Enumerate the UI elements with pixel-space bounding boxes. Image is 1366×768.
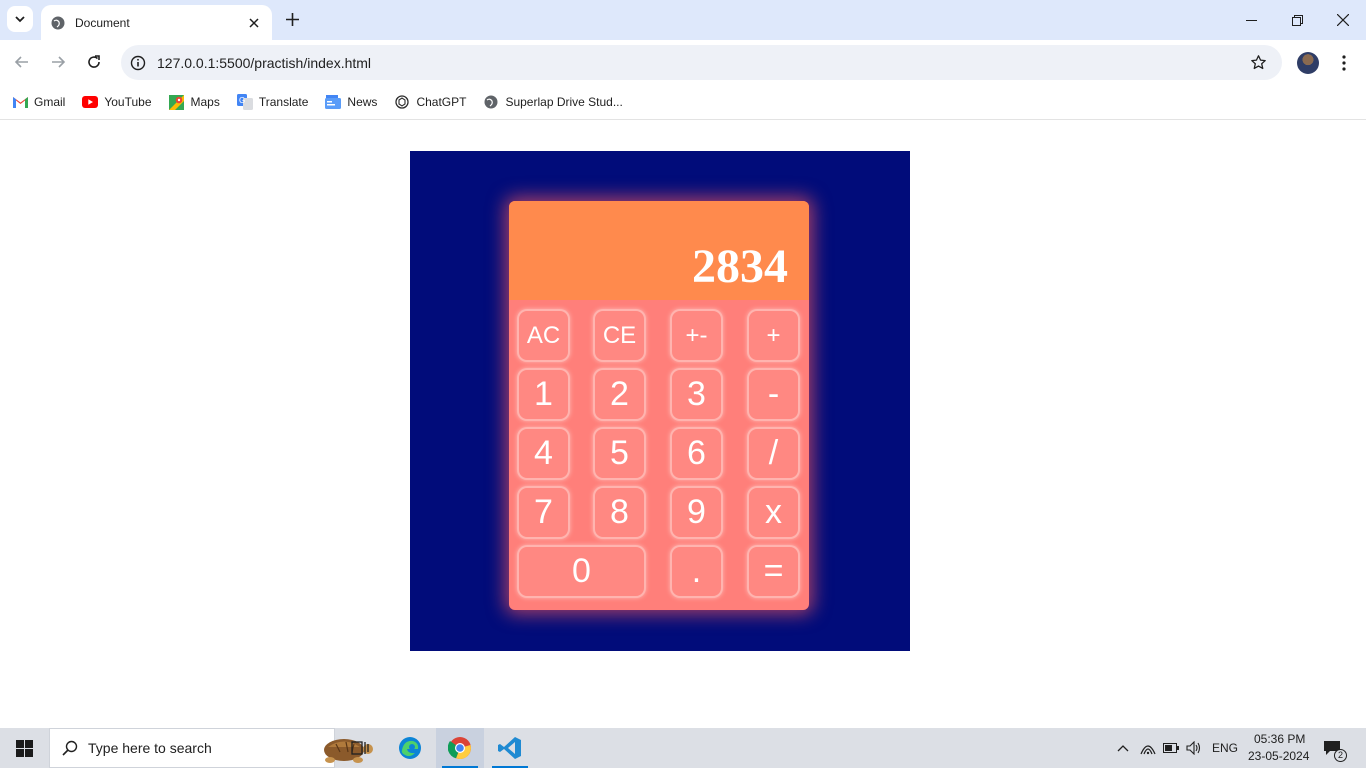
calculator-display: 2834 <box>509 201 809 300</box>
key-ce[interactable]: CE <box>593 309 646 362</box>
bookmark-label: Gmail <box>34 95 66 109</box>
bookmarks-bar: Gmail YouTube Maps G Translate News Chat… <box>0 85 1366 120</box>
task-view-button[interactable] <box>336 728 384 768</box>
search-icon <box>62 740 78 756</box>
bookmark-superlap[interactable]: Superlap Drive Stud... <box>483 88 623 116</box>
translate-icon: G <box>236 94 253 110</box>
page-content: 2834 AC CE +- + 1 2 3 - 4 5 6 / 7 8 9 x … <box>0 121 1366 728</box>
bookmark-star-icon[interactable] <box>1243 48 1273 78</box>
more-vertical-icon <box>1342 55 1346 71</box>
key-7[interactable]: 7 <box>517 486 570 539</box>
display-value: 2834 <box>692 240 788 293</box>
battery-icon[interactable] <box>1161 738 1181 758</box>
bookmark-maps[interactable]: Maps <box>169 88 220 116</box>
browser-tab[interactable]: Document <box>41 5 272 40</box>
taskbar-search-box[interactable]: Type here to search <box>49 728 373 768</box>
minimize-icon <box>1245 19 1257 21</box>
plus-icon <box>285 12 299 26</box>
key-5[interactable]: 5 <box>593 427 646 480</box>
browser-tab-bar: Document <box>0 0 1366 40</box>
back-arrow-icon <box>14 56 28 68</box>
bookmark-label: YouTube <box>104 95 152 109</box>
reload-button[interactable] <box>81 49 107 75</box>
key-ac[interactable]: AC <box>517 309 570 362</box>
key-2[interactable]: 2 <box>593 368 646 421</box>
key-add[interactable]: + <box>747 309 800 362</box>
key-6[interactable]: 6 <box>670 427 723 480</box>
tab-search-button[interactable] <box>7 6 33 32</box>
reload-icon <box>88 55 100 68</box>
maps-icon <box>169 94 185 110</box>
chevron-down-icon <box>15 16 25 23</box>
volume-icon[interactable] <box>1184 738 1204 758</box>
task-view-icon <box>351 741 369 755</box>
key-8[interactable]: 8 <box>593 486 646 539</box>
svg-text:G: G <box>239 96 245 105</box>
address-bar[interactable]: 127.0.0.1:5500/practish/index.html <box>121 45 1282 80</box>
start-button[interactable] <box>0 728 48 768</box>
restore-icon <box>1291 14 1303 26</box>
key-equals[interactable]: = <box>747 545 800 598</box>
bookmark-label: ChatGPT <box>416 95 467 109</box>
news-icon <box>325 94 342 110</box>
clock-date[interactable]: 23-05-2024 <box>1248 749 1309 763</box>
notification-count-badge: 2 <box>1334 749 1347 762</box>
back-button[interactable] <box>9 49 35 75</box>
browser-toolbar: 127.0.0.1:5500/practish/index.html <box>0 40 1366 85</box>
profile-avatar[interactable] <box>1297 52 1319 74</box>
key-decimal[interactable]: . <box>670 545 723 598</box>
taskbar-chrome[interactable] <box>436 728 484 768</box>
calculator: 2834 AC CE +- + 1 2 3 - 4 5 6 / 7 8 9 x … <box>509 201 809 610</box>
url-text[interactable]: 127.0.0.1:5500/practish/index.html <box>157 55 1243 71</box>
key-4[interactable]: 4 <box>517 427 570 480</box>
bookmark-label: Superlap Drive Stud... <box>505 95 623 109</box>
taskbar-vscode[interactable] <box>486 728 534 768</box>
site-info-icon[interactable] <box>123 48 153 78</box>
bookmark-label: Maps <box>190 95 220 109</box>
key-9[interactable]: 9 <box>670 486 723 539</box>
key-divide[interactable]: / <box>747 427 800 480</box>
windows-logo-icon <box>15 739 33 757</box>
taskbar-edge[interactable] <box>386 728 434 768</box>
minimize-button[interactable] <box>1228 5 1274 35</box>
bookmark-label: Translate <box>258 95 309 109</box>
search-placeholder: Type here to search <box>88 740 212 756</box>
globe-icon <box>483 94 499 110</box>
chatgpt-icon <box>394 94 410 110</box>
globe-icon <box>51 16 65 29</box>
bookmark-news[interactable]: News <box>325 88 377 116</box>
key-sign[interactable]: +- <box>670 309 723 362</box>
bookmark-translate[interactable]: G Translate <box>236 88 309 116</box>
restore-button[interactable] <box>1274 5 1320 35</box>
close-tab-icon[interactable] <box>246 15 262 31</box>
browser-menu-button[interactable] <box>1334 52 1354 74</box>
calculator-background: 2834 AC CE +- + 1 2 3 - 4 5 6 / 7 8 9 x … <box>410 151 910 651</box>
youtube-icon <box>82 94 99 110</box>
key-0[interactable]: 0 <box>517 545 646 598</box>
new-tab-button[interactable] <box>283 9 301 29</box>
clock-time[interactable]: 05:36 PM <box>1254 732 1305 746</box>
edge-icon <box>399 737 421 759</box>
key-subtract[interactable]: - <box>747 368 800 421</box>
forward-arrow-icon <box>52 56 66 68</box>
tab-title: Document <box>75 15 130 30</box>
key-3[interactable]: 3 <box>670 368 723 421</box>
close-icon <box>1337 14 1349 26</box>
gmail-icon <box>12 94 28 110</box>
key-1[interactable]: 1 <box>517 368 570 421</box>
vscode-icon <box>498 737 521 759</box>
bookmark-chatgpt[interactable]: ChatGPT <box>394 88 466 116</box>
taskbar: Type here to search ENG 05:36 PM 23-05-2… <box>0 728 1366 768</box>
bookmark-gmail[interactable]: Gmail <box>12 88 65 116</box>
bookmark-label: News <box>347 95 378 109</box>
bookmark-youtube[interactable]: YouTube <box>82 88 152 116</box>
close-window-button[interactable] <box>1320 5 1366 35</box>
language-indicator[interactable]: ENG <box>1212 741 1238 755</box>
forward-button[interactable] <box>45 49 71 75</box>
chrome-icon <box>448 737 471 760</box>
show-hidden-icons-button[interactable] <box>1113 738 1133 758</box>
network-icon[interactable] <box>1138 738 1158 758</box>
key-multiply[interactable]: x <box>747 486 800 539</box>
chevron-up-icon <box>1117 745 1129 752</box>
